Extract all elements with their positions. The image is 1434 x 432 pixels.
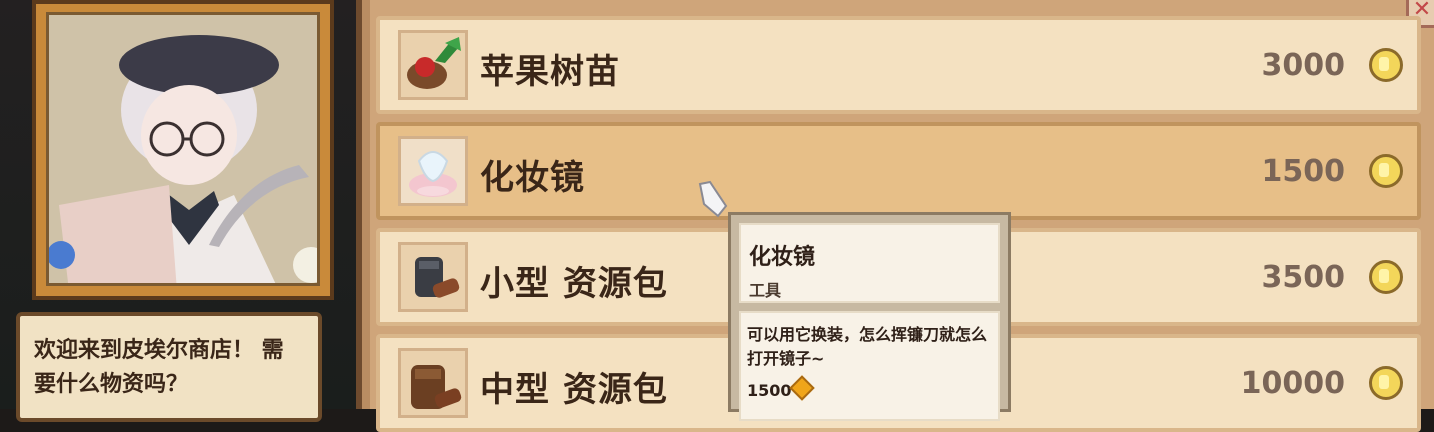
medium-resource-pack-icon: [398, 348, 468, 418]
item-name: 中型 资源包: [480, 370, 668, 410]
item-name: 苹果树苗: [480, 52, 620, 92]
gold-coin-icon: [1369, 260, 1403, 294]
merchant-portrait: [46, 12, 320, 286]
tooltip-description: 可以用它换装，怎么挥镰刀就怎么打开镜子~: [747, 325, 988, 368]
tooltip-price: 1500: [747, 381, 792, 400]
item-price: 10000: [1240, 366, 1345, 401]
item-name: 化妆镜: [480, 158, 585, 198]
greeting-box: 欢迎来到皮埃尔商店！ 需 要什么物资吗？: [16, 312, 322, 422]
shop-item-apple-sapling[interactable]: 苹果树苗 3000: [376, 16, 1421, 114]
apple-sapling-icon-graphic: [407, 37, 461, 89]
gold-coin-icon: [1369, 154, 1403, 188]
tooltip-type: 工具: [749, 281, 782, 300]
item-price: 1500: [1261, 154, 1346, 189]
tooltip-header: 化妆镜 工具: [739, 223, 1000, 303]
pointer-cursor-icon: [698, 180, 728, 218]
small-resource-pack-icon: [398, 242, 468, 312]
vanity-mirror-icon-graphic: [409, 151, 457, 197]
item-price: 3500: [1261, 260, 1346, 295]
small-resource-pack-icon-graphic: [415, 257, 460, 298]
gold-coin-icon: [1369, 48, 1403, 82]
medium-resource-pack-icon-graphic: [411, 365, 462, 409]
merchant-avatar: [49, 15, 317, 283]
apple-sapling-icon: [398, 30, 468, 100]
tooltip-title: 化妆镜: [749, 245, 816, 270]
item-tooltip: 化妆镜 工具 可以用它换装，怎么挥镰刀就怎么打开镜子~ 1500: [728, 212, 1011, 421]
vanity-mirror-icon: [398, 136, 468, 206]
merchant-portrait-frame: [32, 0, 334, 300]
gold-coin-icon: [1369, 366, 1403, 400]
greeting-text: 欢迎来到皮埃尔商店！ 需 要什么物资吗？: [34, 338, 284, 397]
shop-item-vanity-mirror[interactable]: 化妆镜 1500: [376, 122, 1421, 220]
gold-gem-icon: [789, 375, 815, 401]
item-price: 3000: [1261, 48, 1346, 83]
tooltip-body: 可以用它换装，怎么挥镰刀就怎么打开镜子~ 1500: [739, 311, 1000, 421]
item-name: 小型 资源包: [480, 264, 668, 304]
